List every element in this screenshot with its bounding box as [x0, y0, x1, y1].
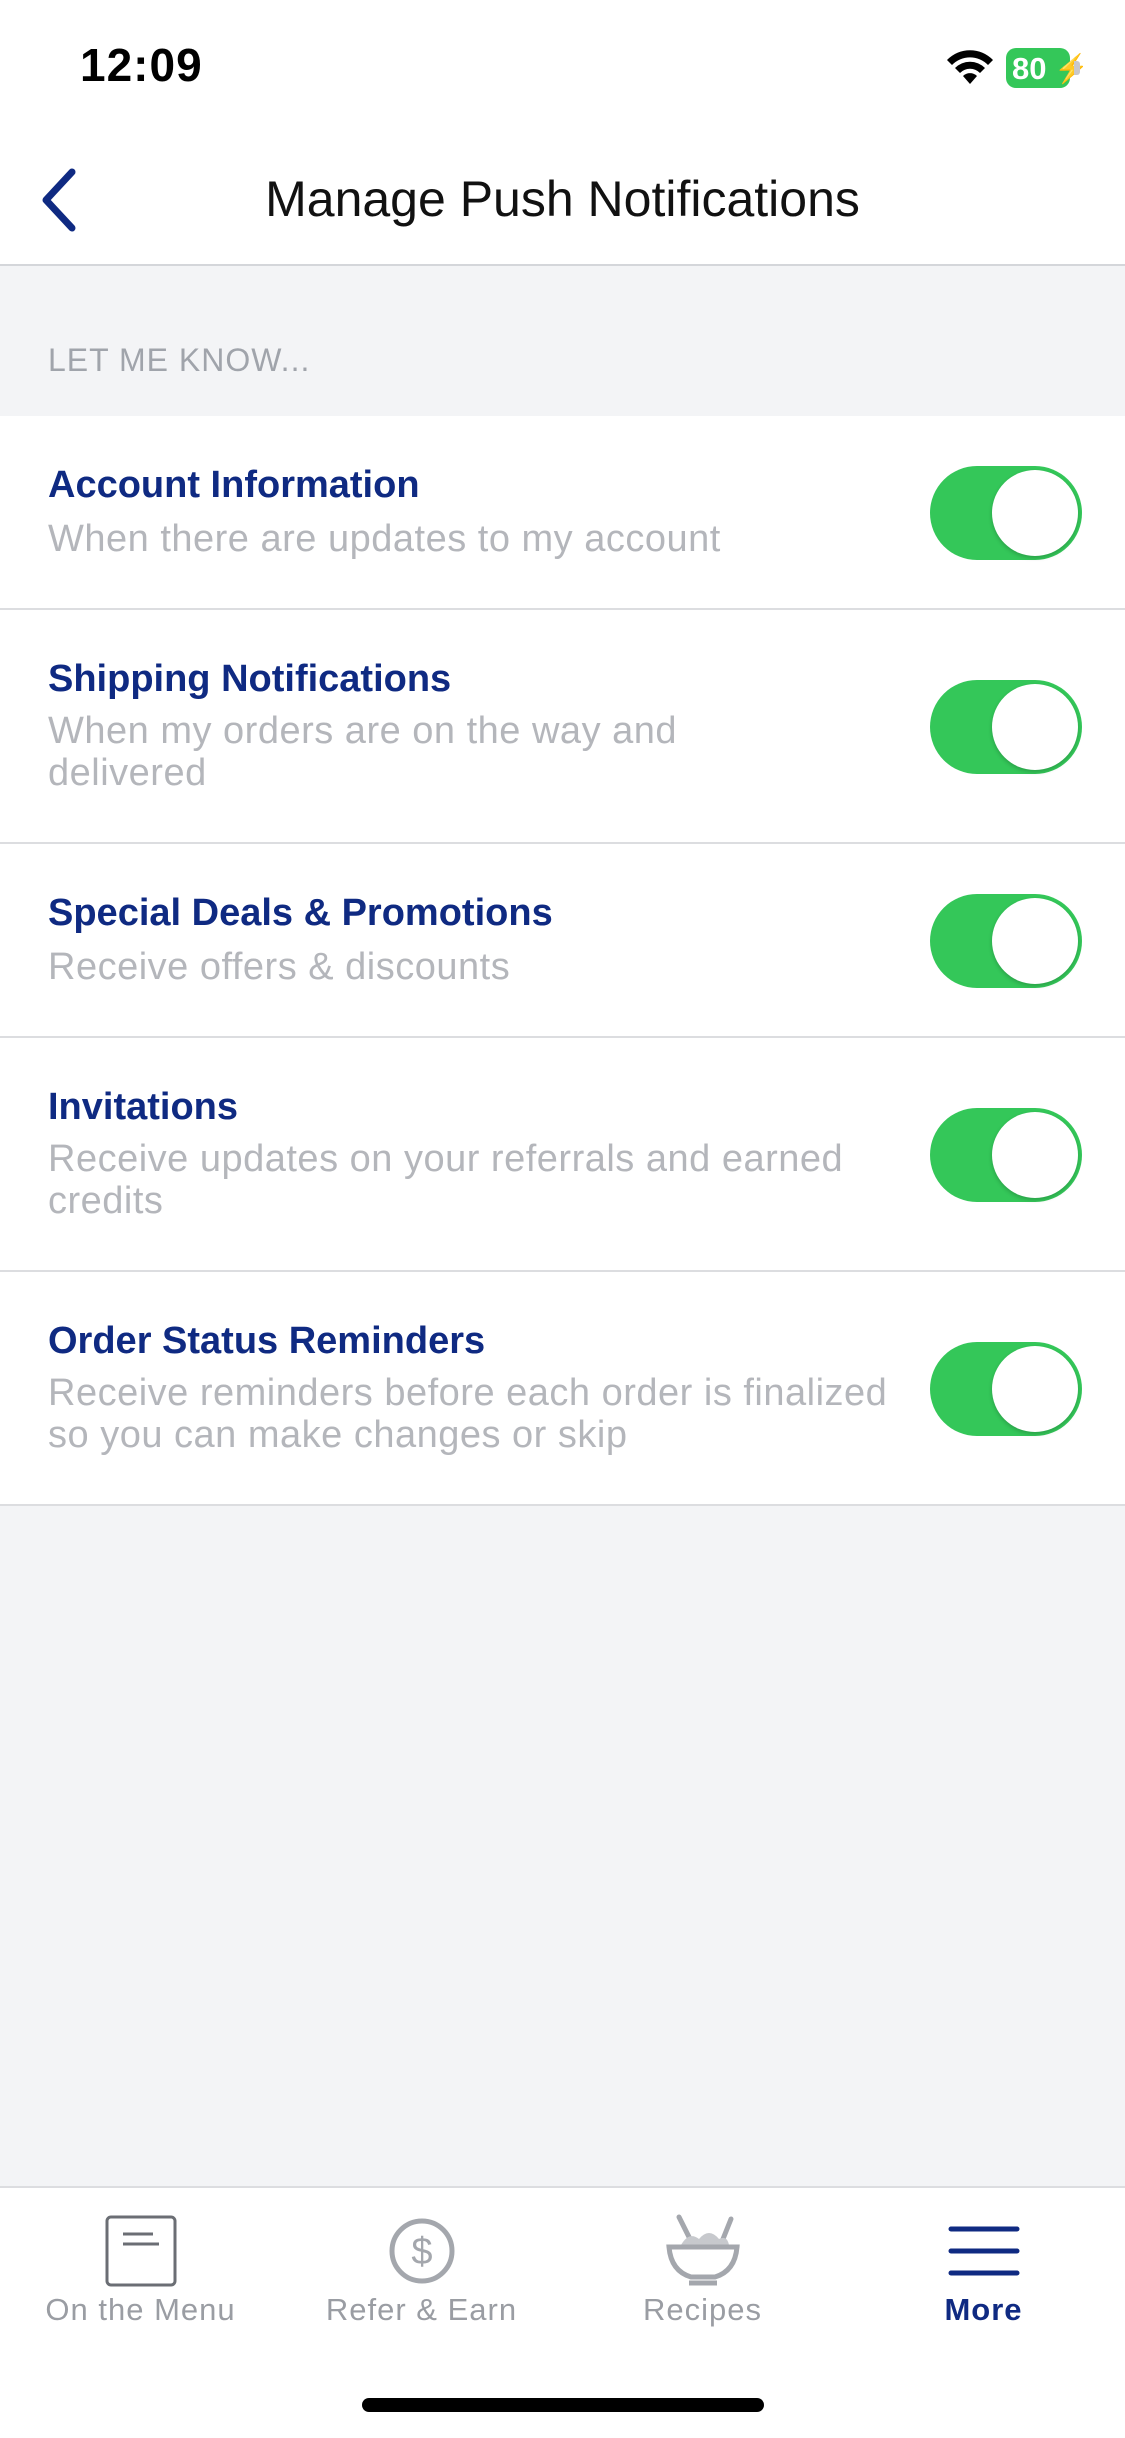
salad-bowl-icon	[665, 2214, 740, 2286]
setting-description: Receive reminders before each order is f…	[48, 1372, 888, 1456]
setting-title: Invitations	[48, 1086, 239, 1128]
tab-more[interactable]: More	[843, 2188, 1124, 2348]
navigation-bar: Manage Push Notifications	[0, 140, 1125, 266]
order-status-reminders-toggle[interactable]	[930, 1342, 1082, 1436]
tab-recipes[interactable]: Recipes	[562, 2188, 843, 2348]
dollar-circle-icon: $	[389, 2218, 454, 2284]
setting-row-order-status-reminders: Order Status Reminders Receive reminders…	[0, 1272, 1125, 1506]
tab-label: More	[944, 2292, 1023, 2327]
menu-card-icon	[105, 2215, 176, 2287]
setting-title: Account Information	[48, 464, 420, 506]
section-header: LET ME KNOW...	[48, 342, 311, 378]
setting-description: Receive offers & discounts	[48, 946, 511, 988]
setting-description: Receive updates on your referrals and ea…	[48, 1138, 844, 1222]
battery-level: 80	[1012, 51, 1047, 86]
tab-refer-and-earn[interactable]: $ Refer & Earn	[281, 2188, 562, 2348]
setting-title: Special Deals & Promotions	[48, 892, 553, 934]
tab-on-the-menu[interactable]: On the Menu	[0, 2188, 281, 2348]
page-title: Manage Push Notifications	[265, 171, 860, 227]
shipping-notifications-toggle[interactable]	[930, 680, 1082, 774]
setting-row-invitations: Invitations Receive updates on your refe…	[0, 1038, 1125, 1272]
setting-row-shipping-notifications: Shipping Notifications When my orders ar…	[0, 610, 1125, 844]
setting-row-special-deals: Special Deals & Promotions Receive offer…	[0, 844, 1125, 1038]
home-indicator[interactable]	[362, 2398, 764, 2412]
notification-settings-list: Account Information When there are updat…	[0, 416, 1125, 1506]
battery-charging-icon: 80 ⚡	[1006, 48, 1089, 88]
account-information-toggle[interactable]	[930, 466, 1082, 560]
hamburger-menu-icon	[948, 2226, 1019, 2276]
tab-label: Recipes	[643, 2292, 762, 2327]
setting-title: Order Status Reminders	[48, 1320, 486, 1362]
tab-label: On the Menu	[45, 2292, 236, 2327]
wifi-icon	[945, 48, 995, 93]
status-time: 12:09	[80, 39, 203, 91]
setting-description: When there are updates to my account	[48, 518, 721, 560]
status-bar: 12:09 80 ⚡	[0, 0, 1125, 140]
svg-text:$: $	[411, 2231, 432, 2273]
special-deals-toggle[interactable]	[930, 894, 1082, 988]
setting-row-account-information: Account Information When there are updat…	[0, 416, 1125, 610]
setting-title: Shipping Notifications	[48, 658, 452, 700]
setting-description: When my orders are on the way and delive…	[48, 710, 678, 794]
tab-label: Refer & Earn	[325, 2292, 518, 2327]
invitations-toggle[interactable]	[930, 1108, 1082, 1202]
